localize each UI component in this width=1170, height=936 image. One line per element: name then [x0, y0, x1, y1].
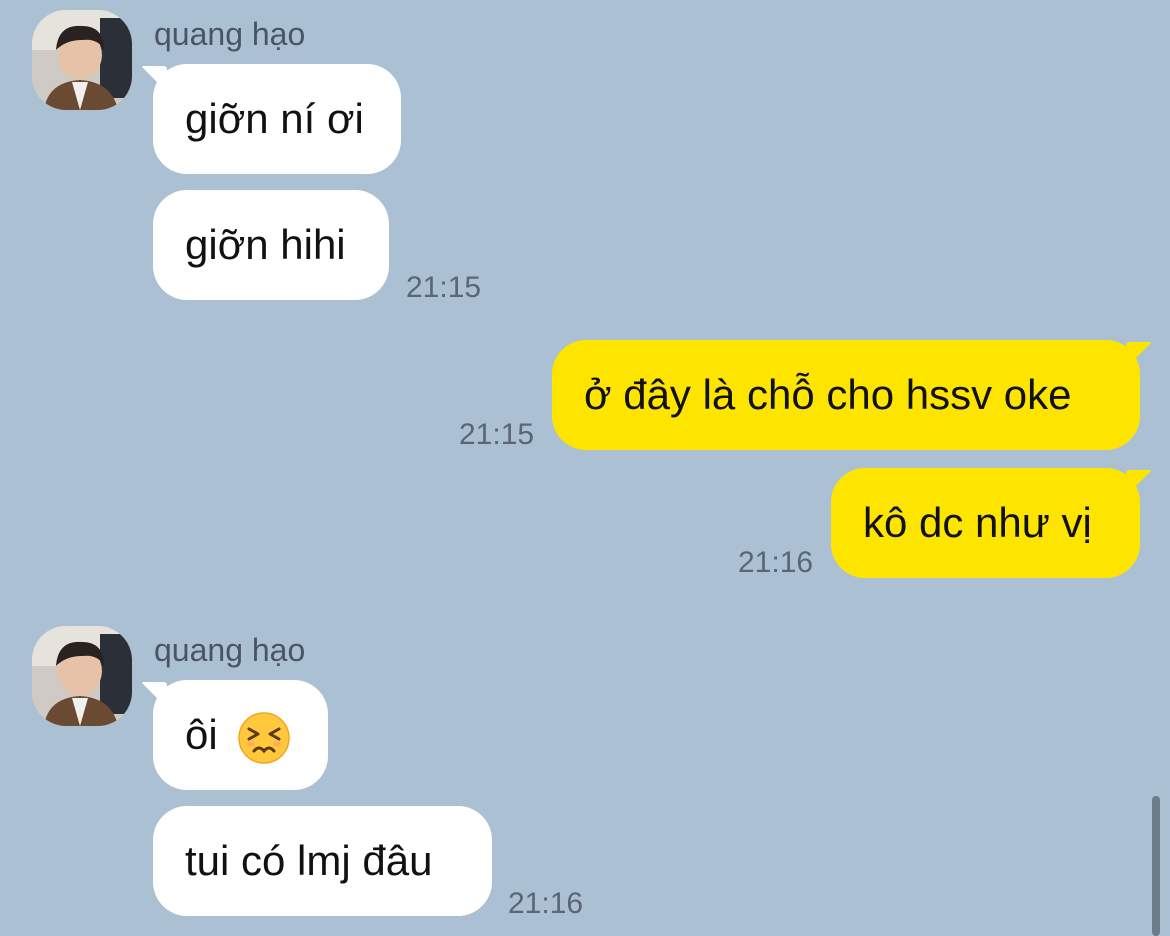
chat-message-list[interactable]: quang hạo giỡn ní ơi giỡn hihi 21:15 21:…: [0, 0, 1170, 936]
message-bubble[interactable]: giỡn hihi: [153, 190, 389, 300]
message-timestamp: 21:16: [508, 887, 584, 920]
scrollbar[interactable]: [1152, 796, 1160, 936]
contact-avatar[interactable]: [32, 10, 132, 110]
message-bubble-outgoing[interactable]: ở đây là chỗ cho hssv oke: [552, 340, 1140, 450]
message-bubble[interactable]: tui có lmj đâu: [153, 806, 492, 916]
sender-name: quang hạo: [154, 632, 306, 668]
message-bubble[interactable]: giỡn ní ơi: [153, 64, 401, 174]
message-text: ở đây là chỗ cho hssv oke: [584, 371, 1072, 418]
message-text: tui có lmj đâu: [185, 837, 433, 884]
message-bubble-outgoing[interactable]: kô dc như vị: [831, 468, 1140, 578]
sender-name: quang hạo: [154, 16, 306, 52]
message-text: kô dc như vị: [863, 499, 1092, 546]
message-bubble[interactable]: ôi: [153, 680, 328, 790]
message-timestamp: 21:15: [406, 271, 482, 304]
message-text: giỡn ní ơi: [185, 95, 364, 142]
contact-avatar[interactable]: [32, 626, 132, 726]
message-timestamp: 21:15: [459, 418, 535, 451]
persevering-face-emoji: [237, 711, 291, 765]
message-timestamp: 21:16: [738, 546, 814, 579]
message-text: ôi: [185, 711, 218, 758]
message-text: giỡn hihi: [185, 221, 346, 268]
